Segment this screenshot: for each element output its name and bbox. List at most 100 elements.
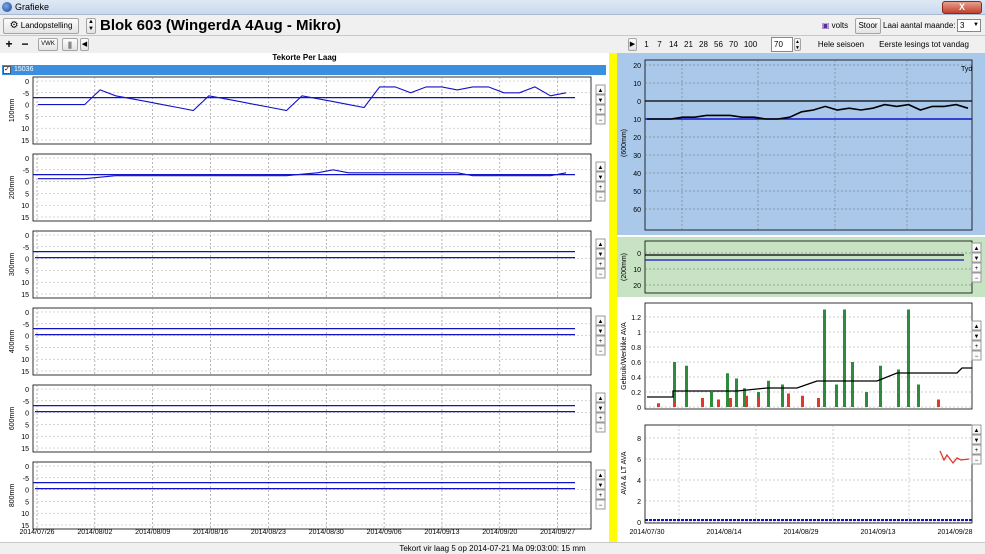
y-tick-label: 6 xyxy=(637,457,641,464)
whole-season-button[interactable]: Hele seisoen xyxy=(814,38,868,52)
layer-scroll-5-2[interactable]: + xyxy=(595,489,606,500)
day-button-14[interactable]: 14 xyxy=(666,38,681,52)
green-bar xyxy=(907,309,910,407)
settings-label: Landopstelling xyxy=(20,21,73,30)
layer-scroll-3-2[interactable]: + xyxy=(595,335,606,346)
chart4-scroll-3[interactable]: − xyxy=(971,454,982,465)
layer-scroll-3-0[interactable]: ▲ xyxy=(595,315,606,326)
y-tick-label: -5 xyxy=(23,245,29,252)
chart4-scroll-0[interactable]: ▲ xyxy=(971,424,982,435)
layer-scroll-2-2[interactable]: + xyxy=(595,258,606,269)
gear-icon: ⚙ xyxy=(9,20,19,31)
chart2-scroll-0[interactable]: ▲ xyxy=(971,242,982,253)
chart-background xyxy=(617,53,985,235)
scroll-right-button[interactable]: ▶ xyxy=(628,38,637,51)
layer-scroll-0-2[interactable]: + xyxy=(595,104,606,115)
chart2-scroll-2[interactable]: + xyxy=(971,262,982,273)
block-title: Blok 603 (WingerdA 4Aug - Mikro) xyxy=(100,17,341,34)
left-chart-panel: Tekorte Per Laag ✓ 15036 0 -5 0 5 10 15 100mm ▲… xyxy=(0,53,609,542)
layer-scroll-5-0[interactable]: ▲ xyxy=(595,469,606,480)
columns-icon[interactable]: ⫼ xyxy=(62,38,78,51)
layer-scroll-1-3[interactable]: − xyxy=(595,191,606,202)
y-tick-label: 10 xyxy=(21,280,29,287)
settings-button[interactable]: ⚙ Landopstelling xyxy=(3,18,79,34)
y-tick-label: 10 xyxy=(21,511,29,518)
close-button[interactable]: X xyxy=(942,1,982,14)
y-tick-label: -5 xyxy=(23,476,29,483)
load-months-select[interactable]: 3 ▼ xyxy=(957,19,981,32)
layer-scroll-2-1[interactable]: ▼ xyxy=(595,248,606,259)
scroll-button-glyph: + xyxy=(975,344,979,350)
green-bar xyxy=(865,392,868,407)
y-tick-label: 60 xyxy=(633,207,641,214)
green-bar xyxy=(897,369,900,407)
scroll-button-glyph: − xyxy=(599,272,603,278)
app-icon xyxy=(2,2,12,12)
store-button[interactable]: Stoor xyxy=(855,18,881,34)
layer-scroll-1-0[interactable]: ▲ xyxy=(595,161,606,172)
y-tick-label: -5 xyxy=(23,91,29,98)
splitter-bar[interactable] xyxy=(609,53,617,542)
scroll-button-glyph: + xyxy=(599,493,603,499)
chart2-scroll-3[interactable]: − xyxy=(971,272,982,283)
layer-scroll-1-2[interactable]: + xyxy=(595,181,606,192)
day-button-28[interactable]: 28 xyxy=(696,38,711,52)
layer-scroll-3-3[interactable]: − xyxy=(595,345,606,356)
y-tick-label: 0 xyxy=(25,411,29,418)
plot-area xyxy=(32,76,592,145)
day-button-100[interactable]: 100 xyxy=(741,38,760,52)
block-spinner[interactable]: ▲ ▼ xyxy=(86,18,96,34)
scroll-button-glyph: ▼ xyxy=(974,438,980,444)
layer-scroll-5-3[interactable]: − xyxy=(595,499,606,510)
first-readings-button[interactable]: Eerste lesings tot vandag xyxy=(872,38,976,52)
day-button-70[interactable]: 70 xyxy=(726,38,741,52)
chart4-ylabel: AVA & LT AVA xyxy=(621,451,628,495)
right-chart-panel: 20 10 0 10 20 30 40 50 60 (600mm) Tyd 0 10 20 (200mm) ▲… xyxy=(617,53,985,542)
chart3-scroll-3[interactable]: − xyxy=(971,350,982,361)
day-button-56[interactable]: 56 xyxy=(711,38,726,52)
green-bar xyxy=(917,384,920,407)
scroll-button-glyph: ▲ xyxy=(974,246,980,252)
layer-scroll-4-2[interactable]: + xyxy=(595,412,606,423)
volts-button[interactable]: ▣ volts xyxy=(818,19,852,33)
layer-scroll-4-0[interactable]: ▲ xyxy=(595,392,606,403)
day-button-7[interactable]: 7 xyxy=(653,38,666,52)
days-input[interactable]: 70 xyxy=(771,37,793,52)
layer-scroll-2-0[interactable]: ▲ xyxy=(595,238,606,249)
layer-scroll-2-3[interactable]: − xyxy=(595,268,606,279)
day-button-21[interactable]: 21 xyxy=(681,38,696,52)
scroll-left-button[interactable]: ◀ xyxy=(80,38,89,51)
chart2-scroll-1[interactable]: ▼ xyxy=(971,252,982,263)
scroll-button-glyph: − xyxy=(975,276,979,282)
layer-scroll-5-1[interactable]: ▼ xyxy=(595,479,606,490)
y-tick-label: 20 xyxy=(633,283,641,290)
chart-toolbar: + − VWK ⫼ ◀ ▶ 1 7 14 21 28 56 70 100 70 ▲ ▼ Hele… xyxy=(0,37,985,53)
vwk-button[interactable]: VWK xyxy=(38,38,58,51)
days-spinner[interactable]: ▲ ▼ xyxy=(794,38,801,51)
layer-scroll-0-0[interactable]: ▲ xyxy=(595,84,606,95)
day-button-1[interactable]: 1 xyxy=(640,38,653,52)
zoom-out-button[interactable]: − xyxy=(19,37,31,51)
scroll-button-glyph: ▲ xyxy=(598,396,604,402)
green-bar xyxy=(823,309,826,407)
zoom-in-button[interactable]: + xyxy=(3,37,15,51)
chart3-scroll-1[interactable]: ▼ xyxy=(971,330,982,341)
y-tick-label: 0.6 xyxy=(631,360,641,367)
chart4-scroll-2[interactable]: + xyxy=(971,444,982,455)
layer-scroll-1-1[interactable]: ▼ xyxy=(595,171,606,182)
layer-label: 100mm xyxy=(9,99,16,123)
y-tick-label: 10 xyxy=(21,434,29,441)
layer-scroll-0-1[interactable]: ▼ xyxy=(595,94,606,105)
chart3-scroll-2[interactable]: + xyxy=(971,340,982,351)
plot-area xyxy=(32,384,592,453)
y-tick-label: 15 xyxy=(21,215,29,222)
layer-scroll-0-3[interactable]: − xyxy=(595,114,606,125)
layer-scroll-4-3[interactable]: − xyxy=(595,422,606,433)
red-bar xyxy=(729,398,732,407)
chart4-scroll-1[interactable]: ▼ xyxy=(971,434,982,445)
layer-scroll-3-1[interactable]: ▼ xyxy=(595,325,606,336)
chart3-scroll-0[interactable]: ▲ xyxy=(971,320,982,331)
layer-scroll-4-1[interactable]: ▼ xyxy=(595,402,606,413)
red-bar xyxy=(673,401,676,407)
scroll-button-glyph: + xyxy=(599,108,603,114)
